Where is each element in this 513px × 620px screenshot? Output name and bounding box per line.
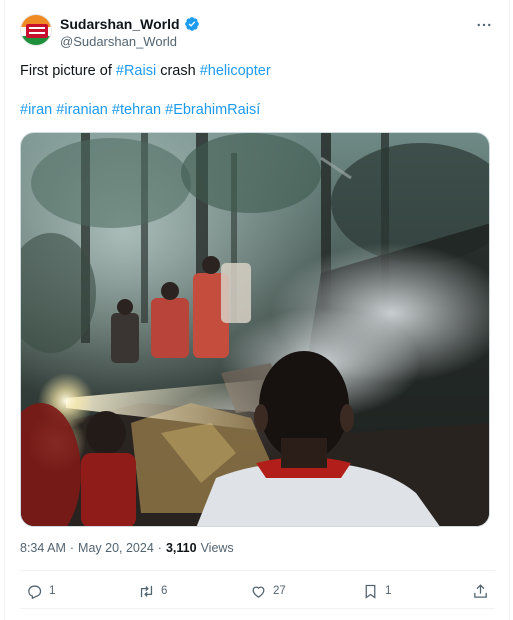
meta-separator: ·: [69, 541, 75, 555]
tweet-text-mid: crash: [160, 63, 196, 79]
tweet-card[interactable]: Sudarshan_World @Sudarshan_World First p…: [4, 0, 510, 620]
action-bar: 1 6 27 1: [20, 579, 495, 603]
like-button[interactable]: 27: [250, 579, 286, 603]
tweet-meta: 8:34 AM · May 20, 2024 · 3,110 Views: [20, 541, 234, 555]
like-count: 27: [273, 585, 286, 597]
name-row: Sudarshan_World: [60, 16, 200, 32]
bookmark-button[interactable]: 1: [362, 579, 391, 603]
divider: [20, 570, 495, 571]
meta-separator: ·: [157, 541, 162, 555]
hashtag-link[interactable]: #tehran: [112, 102, 161, 118]
repost-button[interactable]: 6: [138, 579, 167, 603]
hashtag-link[interactable]: #iran: [20, 102, 52, 118]
bookmark-count: 1: [385, 585, 392, 597]
tweet-photo[interactable]: [20, 132, 490, 527]
views-count[interactable]: 3,110: [166, 541, 197, 555]
divider: [20, 608, 495, 609]
hashtag-row: #iran #iranian #tehran #EbrahimRaisí: [20, 100, 490, 120]
display-name[interactable]: Sudarshan_World: [60, 16, 180, 32]
bookmark-icon: [365, 584, 376, 599]
hashtag-link[interactable]: #helicopter: [200, 63, 271, 79]
tweet-text-intro: First picture of: [20, 63, 112, 79]
tweet-time[interactable]: 8:34 AM: [20, 541, 66, 555]
tweet-date[interactable]: May 20, 2024: [78, 541, 154, 555]
heart-icon: [252, 586, 265, 598]
repost-count: 6: [161, 585, 168, 597]
hashtag-link[interactable]: #EbrahimRaisí: [165, 102, 260, 118]
hashtag-link[interactable]: #Raisi: [116, 63, 156, 79]
more-options-icon[interactable]: [473, 16, 495, 36]
tweet-text: First picture of #Raisi crash #helicopte…: [20, 61, 490, 81]
reply-button[interactable]: 1: [26, 579, 55, 603]
reply-icon: [28, 585, 42, 599]
hashtag-link[interactable]: #iranian: [56, 102, 108, 118]
verified-badge-icon[interactable]: [184, 16, 200, 32]
user-handle[interactable]: @Sudarshan_World: [60, 34, 177, 49]
share-button[interactable]: [472, 579, 489, 603]
tweet-header: Sudarshan_World @Sudarshan_World: [20, 14, 495, 54]
reply-count: 1: [49, 585, 56, 597]
views-label: Views: [200, 541, 234, 555]
avatar-logo: [26, 24, 48, 38]
share-icon: [474, 583, 487, 598]
crash-site-photo: [21, 133, 489, 526]
avatar[interactable]: [20, 14, 52, 46]
repost-icon: [140, 585, 153, 597]
